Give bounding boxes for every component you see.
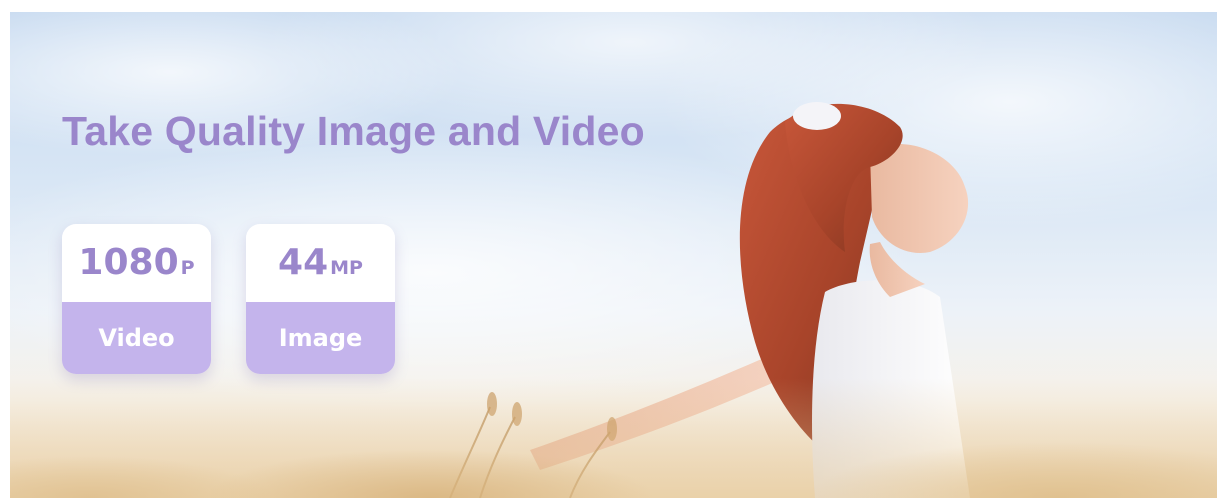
spec-unit: P (180, 257, 195, 279)
feature-card-video: 1080 P Video (62, 224, 211, 374)
card-label: Video (62, 302, 211, 374)
card-label: Image (246, 302, 395, 374)
feature-card-image: 44 MP Image (246, 224, 395, 374)
headline: Take Quality Image and Video (62, 108, 645, 154)
spec-value: 44 (278, 242, 329, 283)
card-spec: 1080 P (62, 224, 211, 302)
spec-unit: MP (330, 257, 363, 279)
card-spec: 44 MP (246, 224, 395, 302)
hero-banner: Take Quality Image and Video 1080 P Vide… (10, 12, 1217, 498)
spec-value: 1080 (78, 242, 179, 283)
wheat-field (10, 378, 1217, 498)
